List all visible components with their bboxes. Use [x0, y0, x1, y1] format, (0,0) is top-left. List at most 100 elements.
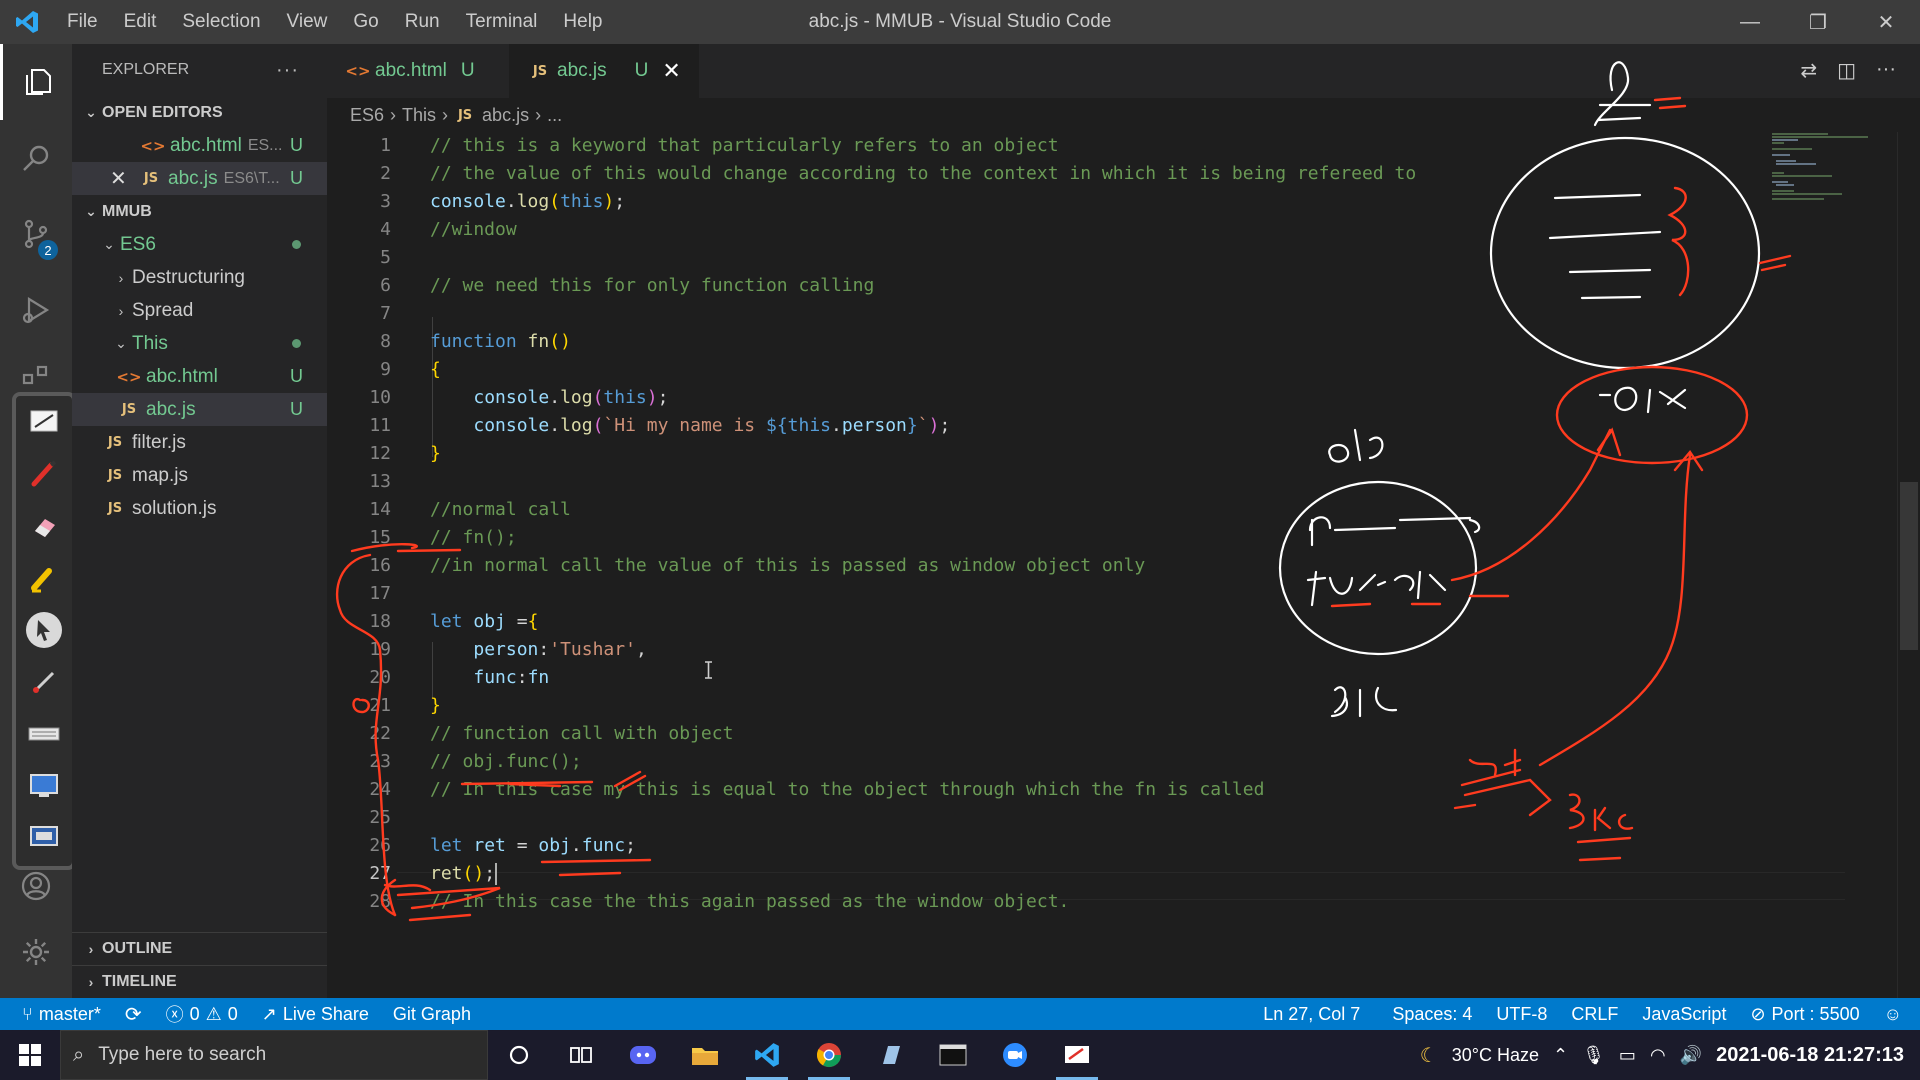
menu-selection[interactable]: Selection: [169, 0, 273, 44]
menu-file[interactable]: File: [54, 0, 111, 44]
menu-help[interactable]: Help: [550, 0, 615, 44]
volume-icon[interactable]: 🔊: [1680, 1045, 1702, 1066]
close-window-button[interactable]: ✕: [1852, 0, 1920, 44]
feedback-button[interactable]: ☺: [1872, 1004, 1920, 1025]
chevron-up-icon[interactable]: ⌃: [1553, 1045, 1568, 1066]
terminal-icon[interactable]: [922, 1030, 984, 1080]
menu-go[interactable]: Go: [340, 0, 391, 44]
line-number: 2: [380, 163, 391, 184]
file-solution-js[interactable]: JS solution.js: [72, 492, 327, 525]
search-icon[interactable]: [0, 120, 72, 196]
editor-scrollbar[interactable]: [1897, 132, 1920, 998]
menu-view[interactable]: View: [274, 0, 341, 44]
pointer-tool-icon[interactable]: [16, 604, 72, 656]
folder-this[interactable]: ⌄ This: [72, 327, 327, 360]
discord-icon[interactable]: [612, 1030, 674, 1080]
file-explorer-icon[interactable]: [674, 1030, 736, 1080]
breadcrumb-item[interactable]: ...: [547, 105, 562, 126]
start-button[interactable]: [0, 1030, 60, 1080]
display-tool-icon[interactable]: [16, 812, 72, 864]
end-of-line[interactable]: CRLF: [1559, 1004, 1630, 1025]
explorer-icon[interactable]: [0, 44, 72, 120]
explorer-more-button[interactable]: ···: [276, 59, 299, 82]
open-editor-abc-html[interactable]: <> abc.html ES... U: [72, 129, 327, 162]
indentation[interactable]: Spaces: 4: [1380, 1004, 1484, 1025]
task-view-icon[interactable]: [550, 1030, 612, 1080]
sync-button[interactable]: ⟳: [113, 1002, 154, 1027]
breadcrumb-item[interactable]: abc.js: [482, 105, 529, 126]
taskbar-search[interactable]: ⌕ Type here to search: [60, 1030, 488, 1080]
vscode-logo-icon[interactable]: [0, 0, 54, 44]
source-control-icon[interactable]: 2: [0, 196, 72, 272]
close-tab-icon[interactable]: ✕: [662, 58, 680, 84]
split-editor-icon[interactable]: ◫: [1837, 58, 1856, 83]
highlighter-tool-icon[interactable]: [16, 552, 72, 604]
line-number: 28: [369, 891, 391, 912]
open-editors-section[interactable]: ⌄ OPEN EDITORS: [72, 96, 327, 129]
code-line: 9{: [327, 356, 1827, 384]
vscode-taskbar-icon[interactable]: [736, 1030, 798, 1080]
red-pen-tool-icon[interactable]: [16, 448, 72, 500]
code-editor[interactable]: 1// this is a keyword that particularly …: [327, 132, 1920, 998]
file-abc-html[interactable]: <> abc.html U: [72, 360, 327, 393]
file-abc-js[interactable]: JS abc.js U: [72, 393, 327, 426]
wifi-icon[interactable]: ◠: [1650, 1045, 1666, 1066]
outline-section[interactable]: › OUTLINE: [72, 932, 327, 965]
folder-spread[interactable]: › Spread: [72, 294, 327, 327]
keyboard-tool-icon[interactable]: [16, 708, 72, 760]
folder-es6[interactable]: ⌄ ES6: [72, 228, 327, 261]
live-share-button[interactable]: ↗ Live Share: [250, 1004, 381, 1025]
whiteboard-tool-icon[interactable]: [16, 396, 72, 448]
breadcrumb-item[interactable]: This: [402, 105, 436, 126]
file-map-js[interactable]: JS map.js: [72, 459, 327, 492]
branch-indicator[interactable]: ⑂ master*: [0, 1004, 113, 1025]
git-graph-button[interactable]: Git Graph: [381, 1004, 483, 1025]
close-icon[interactable]: ✕: [110, 166, 134, 191]
scrollbar-thumb[interactable]: [1900, 482, 1918, 650]
run-debug-icon[interactable]: [0, 272, 72, 348]
compare-changes-icon[interactable]: ⇄: [1800, 58, 1817, 83]
weather-label[interactable]: 30°C Haze: [1452, 1045, 1539, 1066]
tab-abc-js[interactable]: JS abc.js U ✕: [509, 44, 699, 98]
file-filter-js[interactable]: JS filter.js: [72, 426, 327, 459]
line-number: 24: [369, 779, 391, 800]
settings-gear-icon[interactable]: [20, 936, 52, 973]
battery-icon[interactable]: ▭: [1619, 1045, 1636, 1066]
cursor-position[interactable]: Ln 27, Col 7: [1251, 1004, 1372, 1025]
problems-indicator[interactable]: ⓧ 0 ⚠ 0: [154, 1001, 250, 1027]
clock[interactable]: 2021-06-18 21:27:13: [1716, 1044, 1904, 1067]
menu-edit[interactable]: Edit: [111, 0, 170, 44]
more-actions-icon[interactable]: ···: [1876, 58, 1896, 83]
brush-tool-icon[interactable]: [16, 656, 72, 708]
live-server-port[interactable]: ⊘ Port : 5500: [1738, 1004, 1871, 1025]
microphone-icon[interactable]: 🎙: [1582, 1045, 1605, 1066]
line-number: 12: [369, 443, 391, 464]
breadcrumb-item[interactable]: ES6: [350, 105, 384, 126]
language-mode[interactable]: JavaScript: [1630, 1004, 1738, 1025]
notes-app-icon[interactable]: [860, 1030, 922, 1080]
encoding[interactable]: UTF-8: [1484, 1004, 1559, 1025]
line-number: 21: [369, 695, 391, 716]
whiteboard-app-icon[interactable]: [1046, 1030, 1108, 1080]
accounts-icon[interactable]: [20, 870, 52, 907]
cortana-icon[interactable]: [488, 1030, 550, 1080]
git-status-badge: U: [634, 60, 649, 81]
chrome-icon[interactable]: [798, 1030, 860, 1080]
tab-abc-html[interactable]: <> abc.html U: [327, 44, 509, 98]
minimize-button[interactable]: —: [1716, 0, 1784, 44]
open-editor-abc-js[interactable]: ✕ JS abc.js ES6\T... U: [72, 162, 327, 195]
screen-capture-icon[interactable]: [16, 760, 72, 812]
git-status-badge: U: [290, 168, 303, 188]
windows-logo-icon: [19, 1044, 41, 1066]
timeline-section[interactable]: › TIMELINE: [72, 965, 327, 998]
menu-run[interactable]: Run: [392, 0, 453, 44]
file-label: abc.html: [146, 365, 218, 387]
eraser-tool-icon[interactable]: [16, 500, 72, 552]
code-line: 6// we need this for only function calli…: [327, 272, 1827, 300]
zoom-icon[interactable]: [984, 1030, 1046, 1080]
folder-destructuring[interactable]: › Destructuring: [72, 261, 327, 294]
workspace-section[interactable]: ⌄ MMUB: [72, 195, 327, 228]
menu-terminal[interactable]: Terminal: [453, 0, 551, 44]
restore-button[interactable]: ❐: [1784, 0, 1852, 44]
minimap[interactable]: [1768, 132, 1888, 202]
